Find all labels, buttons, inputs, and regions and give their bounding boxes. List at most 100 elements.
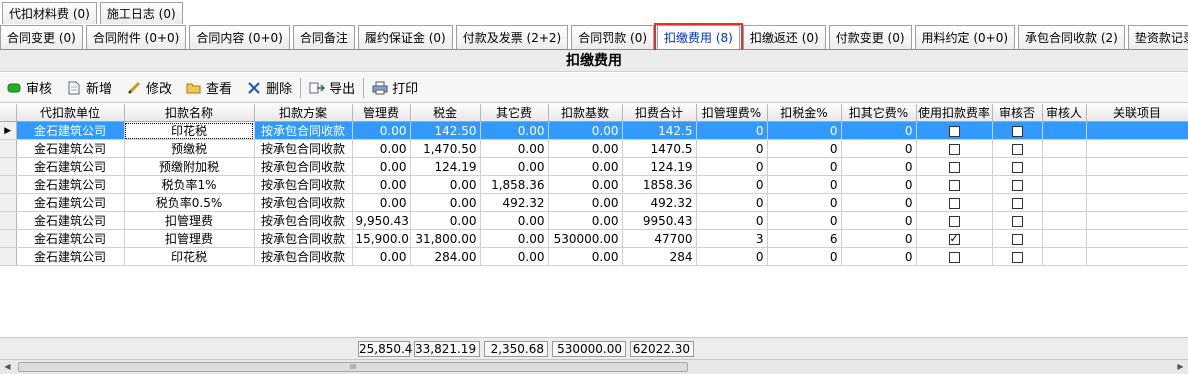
audited-checkbox[interactable] xyxy=(1011,125,1023,137)
cell-deduction-base[interactable]: 530000.00 xyxy=(548,229,623,248)
cell-other-fee[interactable]: 0.00 xyxy=(480,211,549,230)
cell-deduction-base[interactable]: 0.00 xyxy=(548,157,623,176)
cell-tax-pct[interactable]: 0 xyxy=(767,175,842,194)
cell-auditor[interactable] xyxy=(1042,175,1087,194)
column-header[interactable]: 其它费 xyxy=(480,104,549,122)
cell-deduction-total[interactable]: 1858.36 xyxy=(622,175,697,194)
cell-deduction-total[interactable]: 47700 xyxy=(622,229,697,248)
row-indicator[interactable] xyxy=(0,157,17,176)
cell-tax[interactable]: 284.00 xyxy=(410,247,481,266)
cell-deduction-base[interactable]: 0.00 xyxy=(548,175,623,194)
cell-scheme[interactable]: 按承包合同收款 xyxy=(254,193,353,212)
cell-fee-name[interactable]: 税负率0.5% xyxy=(124,193,255,212)
column-header[interactable]: 代扣款单位 xyxy=(16,104,125,122)
cell-other-pct[interactable]: 0 xyxy=(841,193,917,212)
cell-mgmt-pct[interactable]: 0 xyxy=(696,175,768,194)
audited-checkbox[interactable] xyxy=(1011,143,1023,155)
cell-related-project[interactable] xyxy=(1086,229,1188,248)
cell-tax-pct[interactable]: 0 xyxy=(767,247,842,266)
cell-scheme[interactable]: 按承包合同收款 xyxy=(254,229,353,248)
table-row[interactable]: 金石建筑公司 税负率0.5% 按承包合同收款 0.00 0.00 492.32 0.00 49… xyxy=(0,193,1188,212)
cell-tax-pct[interactable]: 0 xyxy=(767,193,842,212)
cell-deduction-base[interactable]: 0.00 xyxy=(548,139,623,158)
cell-deduction-total[interactable]: 124.19 xyxy=(622,157,697,176)
cell-other-fee[interactable]: 1,858.36 xyxy=(480,175,549,194)
row-indicator[interactable] xyxy=(0,175,17,194)
cell-tax[interactable]: 0.00 xyxy=(410,175,481,194)
horizontal-scrollbar[interactable]: ◀ III ▶ xyxy=(0,359,1188,374)
cell-unit[interactable]: 金石建筑公司 xyxy=(16,121,125,140)
cell-other-fee[interactable]: 0.00 xyxy=(480,139,549,158)
cell-deduction-total[interactable]: 492.32 xyxy=(622,193,697,212)
cell-unit[interactable]: 金石建筑公司 xyxy=(16,175,125,194)
cell-related-project[interactable] xyxy=(1086,211,1188,230)
cell-other-pct[interactable]: 0 xyxy=(841,121,917,140)
use-rate-checkbox[interactable] xyxy=(948,215,960,227)
cell-auditor[interactable] xyxy=(1042,121,1087,140)
audited-checkbox[interactable] xyxy=(1011,251,1023,263)
tab-deduction-fees[interactable]: 扣缴费用 (8) xyxy=(654,23,743,55)
cell-scheme[interactable]: 按承包合同收款 xyxy=(254,247,353,266)
table-row[interactable]: 金石建筑公司扣管理费按承包合同收款15,900.0031,800.000.005… xyxy=(0,229,1188,248)
cell-scheme[interactable]: 按承包合同收款 xyxy=(254,211,353,230)
cell-fee-name[interactable]: 预缴附加税 xyxy=(124,157,255,176)
cell-other-pct[interactable]: 0 xyxy=(841,139,917,158)
row-indicator[interactable] xyxy=(0,139,17,158)
cell-other-fee[interactable]: 0.00 xyxy=(480,157,549,176)
cell-tax-pct[interactable]: 0 xyxy=(767,139,842,158)
cell-deduction-base[interactable]: 0.00 xyxy=(548,193,623,212)
cell-related-project[interactable] xyxy=(1086,121,1188,140)
column-header[interactable]: 审核否 xyxy=(992,104,1043,122)
column-header[interactable]: 使用扣款费率 xyxy=(916,104,993,122)
tab-payment-change[interactable]: 付款变更 (0) xyxy=(828,25,912,49)
tab-contract-penalty[interactable]: 合同罚款 (0) xyxy=(571,25,655,49)
cell-mgmt-pct[interactable]: 0 xyxy=(696,247,768,266)
cell-deduction-total[interactable]: 284 xyxy=(622,247,697,266)
audit-button[interactable]: 审核 xyxy=(6,78,52,97)
tab-advance-records[interactable]: 垫资款记录 (0 xyxy=(1127,25,1188,49)
cell-scheme[interactable]: 按承包合同收款 xyxy=(254,175,353,194)
column-header[interactable]: 管理费 xyxy=(352,104,411,122)
scrollbar-thumb[interactable]: III xyxy=(18,362,688,372)
table-row[interactable]: 金石建筑公司 税负率1% 按承包合同收款 0.00 0.00 1,858.36 0.00 18… xyxy=(0,175,1188,194)
use-rate-checkbox[interactable] xyxy=(948,161,960,173)
table-row[interactable]: 金石建筑公司 预缴税 按承包合同收款 0.00 1,470.50 0.00 0.00 1470… xyxy=(0,139,1188,158)
table-row[interactable]: 金石建筑公司 印花税 按承包合同收款 0.00 284.00 0.00 0.00 284 0 0 0 xyxy=(0,247,1188,266)
cell-tax[interactable]: 0.00 xyxy=(410,193,481,212)
cell-mgmt-fee[interactable]: 0.00 xyxy=(352,139,411,158)
cell-auditor[interactable] xyxy=(1042,157,1087,176)
export-button[interactable]: 导出 xyxy=(309,78,355,97)
tab-contract-content[interactable]: 合同内容 (0+0) xyxy=(189,25,290,49)
cell-mgmt-fee[interactable]: 0.00 xyxy=(352,193,411,212)
cell-mgmt-pct[interactable]: 0 xyxy=(696,139,768,158)
scroll-right-arrow-icon[interactable]: ▶ xyxy=(1173,360,1188,374)
audited-checkbox[interactable] xyxy=(1011,179,1023,191)
cell-other-pct[interactable]: 0 xyxy=(841,247,917,266)
cell-tax-pct[interactable]: 0 xyxy=(767,157,842,176)
cell-other-pct[interactable]: 0 xyxy=(841,229,917,248)
add-button[interactable]: 新增 xyxy=(66,78,112,97)
cell-related-project[interactable] xyxy=(1086,139,1188,158)
scroll-left-arrow-icon[interactable]: ◀ xyxy=(0,360,15,374)
cell-scheme[interactable]: 按承包合同收款 xyxy=(254,139,353,158)
cell-mgmt-pct[interactable]: 0 xyxy=(696,157,768,176)
cell-fee-name[interactable]: 预缴税 xyxy=(124,139,255,158)
cell-deduction-base[interactable]: 0.00 xyxy=(548,211,623,230)
column-header[interactable]: 扣款名称 xyxy=(124,104,255,122)
audited-checkbox[interactable] xyxy=(1011,233,1023,245)
use-rate-checkbox[interactable] xyxy=(948,125,960,137)
column-header[interactable]: 扣管理费% xyxy=(696,104,768,122)
tab-payment-invoice[interactable]: 付款及发票 (2+2) xyxy=(455,25,569,49)
cell-mgmt-fee[interactable]: 0.00 xyxy=(352,121,411,140)
cell-mgmt-fee[interactable]: 0.00 xyxy=(352,175,411,194)
cell-related-project[interactable] xyxy=(1086,175,1188,194)
view-button[interactable]: 查看 xyxy=(186,78,232,97)
cell-other-fee[interactable]: 0.00 xyxy=(480,247,549,266)
cell-mgmt-pct[interactable]: 3 xyxy=(696,229,768,248)
cell-other-fee[interactable]: 0.00 xyxy=(480,121,549,140)
column-header[interactable]: 审核人 xyxy=(1042,104,1087,122)
use-rate-checkbox[interactable] xyxy=(948,179,960,191)
cell-mgmt-pct[interactable]: 0 xyxy=(696,211,768,230)
tab-deduction-refund[interactable]: 扣缴返还 (0) xyxy=(742,25,826,49)
audited-checkbox[interactable] xyxy=(1011,197,1023,209)
